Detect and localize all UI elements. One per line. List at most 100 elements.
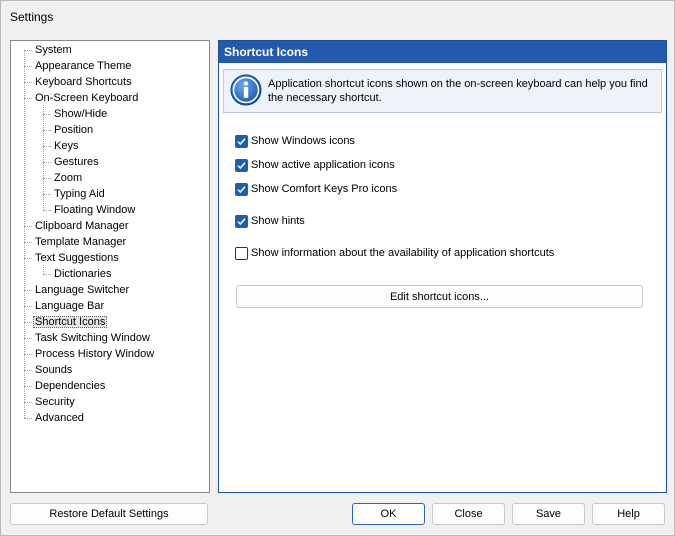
tree-connector <box>24 50 32 51</box>
tree-item-label: Task Switching Window <box>35 332 150 344</box>
tree-item[interactable]: Zoom <box>52 170 84 186</box>
tree-item-label: Clipboard Manager <box>35 220 129 232</box>
option-label: Show information about the availability … <box>251 247 555 259</box>
tree-item-label: Dependencies <box>35 380 106 392</box>
tree-item-label: On-Screen Keyboard <box>35 92 139 104</box>
tree-item-label: Position <box>54 124 94 136</box>
tree-item[interactable]: Appearance Theme <box>33 58 133 74</box>
info-text: Application shortcut icons shown on the … <box>268 78 648 104</box>
tree-connector <box>43 162 51 163</box>
tree-connector <box>24 242 32 243</box>
tree-item[interactable]: Dictionaries <box>52 266 113 282</box>
tree-connector <box>24 82 32 83</box>
shortcut-icons-panel: Shortcut Icons Application shortcut icon… <box>218 40 667 493</box>
close-button[interactable]: Close <box>432 503 505 525</box>
checkbox-checked[interactable] <box>235 182 248 196</box>
info-box: Application shortcut icons shown on the … <box>223 69 662 113</box>
tree-item[interactable]: Task Switching Window <box>33 330 152 346</box>
option-label: Show Comfort Keys Pro icons <box>251 183 398 195</box>
settings-window: Settings System Appearance Theme Keyboard … <box>0 0 675 536</box>
tree-item[interactable]: Dependencies <box>33 378 107 394</box>
checkbox-checked[interactable] <box>235 158 248 172</box>
tree-item[interactable]: Advanced <box>33 410 86 426</box>
tree-item-label: System <box>35 44 72 56</box>
tree-connector <box>24 418 32 419</box>
tree-item-label: Language Bar <box>35 300 105 312</box>
tree-item[interactable]: On-Screen Keyboard <box>33 90 140 106</box>
tree-connector <box>24 402 32 403</box>
option-checkbox-row[interactable]: Show hints <box>235 213 305 229</box>
tree-connector <box>24 66 32 67</box>
option-checkbox-row[interactable]: Show Windows icons <box>235 133 355 149</box>
tree-connector <box>24 290 32 291</box>
tree-connector <box>43 146 51 147</box>
panel-title: Shortcut Icons <box>219 41 666 63</box>
tree-item[interactable]: Position <box>52 122 95 138</box>
tree-connector <box>43 114 51 115</box>
tree-item[interactable]: Language Switcher <box>33 282 131 298</box>
tree-item[interactable]: Template Manager <box>33 234 128 250</box>
tree-item-label: Appearance Theme <box>35 60 132 72</box>
save-button[interactable]: Save <box>512 503 585 525</box>
tree-connector <box>24 370 32 371</box>
tree-item-label: Gestures <box>54 156 99 168</box>
option-checkbox-row[interactable]: Show Comfort Keys Pro icons <box>235 181 397 197</box>
ok-button[interactable]: OK <box>352 503 425 525</box>
tree-connector <box>24 322 32 323</box>
tree-item[interactable]: Security <box>33 394 77 410</box>
tree-connector <box>24 306 32 307</box>
tree-item[interactable]: Sounds <box>33 362 74 378</box>
tree-item[interactable]: Clipboard Manager <box>33 218 131 234</box>
edit-shortcut-icons-button[interactable]: Edit shortcut icons... <box>236 285 643 308</box>
tree-item-label: Zoom <box>54 172 83 184</box>
tree-connector <box>24 50 25 418</box>
check-icon <box>237 137 246 145</box>
tree-connector <box>24 338 32 339</box>
tree-item[interactable]: Text Suggestions <box>33 250 121 266</box>
tree-item-label: Sounds <box>35 364 73 376</box>
tree-item-label: Language Switcher <box>35 284 130 296</box>
check-icon <box>237 161 246 169</box>
checkbox-checked[interactable] <box>235 214 248 228</box>
tree-item[interactable]: Gestures <box>52 154 101 170</box>
tree-item-label: Process History Window <box>35 348 155 360</box>
tree-item[interactable]: Floating Window <box>52 202 137 218</box>
check-icon <box>237 185 246 193</box>
tree-item-label: Typing Aid <box>54 188 105 200</box>
tree-item-label: Keys <box>54 140 79 152</box>
tree-connector <box>24 98 32 99</box>
tree-item-label: Show/Hide <box>54 108 108 120</box>
restore-default-settings-button[interactable]: Restore Default Settings <box>10 503 208 525</box>
option-checkbox-row[interactable]: Show active application icons <box>235 157 395 173</box>
tree-item[interactable]: System <box>33 42 74 58</box>
help-button[interactable]: Help <box>592 503 665 525</box>
tree-item[interactable]: Process History Window <box>33 346 156 362</box>
tree-item[interactable]: Show/Hide <box>52 106 109 122</box>
tree-item-label: Template Manager <box>35 236 127 248</box>
tree-item[interactable]: Language Bar <box>33 298 106 314</box>
tree-item[interactable]: Keys <box>52 138 80 154</box>
tree-connector <box>43 210 51 211</box>
option-label: Show Windows icons <box>251 135 355 147</box>
option-label: Show hints <box>251 215 305 227</box>
tree-item-label: Advanced <box>35 412 84 424</box>
tree-connector <box>24 258 32 259</box>
tree-item-label: Text Suggestions <box>35 252 119 264</box>
checkbox-checked[interactable] <box>235 134 248 148</box>
tree-item[interactable]: Shortcut Icons <box>33 314 108 330</box>
checkbox-unchecked[interactable] <box>235 246 248 260</box>
settings-tree[interactable]: System Appearance Theme Keyboard Shortcuts… <box>10 40 210 493</box>
tree-item-label: Keyboard Shortcuts <box>35 76 132 88</box>
tree-item-label: Dictionaries <box>54 268 112 280</box>
tree-connector <box>43 274 51 275</box>
tree-connector <box>24 354 32 355</box>
option-checkbox-row[interactable]: Show information about the availability … <box>235 245 554 261</box>
tree-item[interactable]: Typing Aid <box>52 186 107 202</box>
tree-connector <box>43 130 51 131</box>
tree-item[interactable]: Keyboard Shortcuts <box>33 74 134 90</box>
tree-connector <box>43 194 51 195</box>
tree-connector <box>43 178 51 179</box>
tree-item-label: Floating Window <box>54 204 136 216</box>
tree-connector <box>24 386 32 387</box>
tree-item-label: Shortcut Icons <box>33 316 108 328</box>
